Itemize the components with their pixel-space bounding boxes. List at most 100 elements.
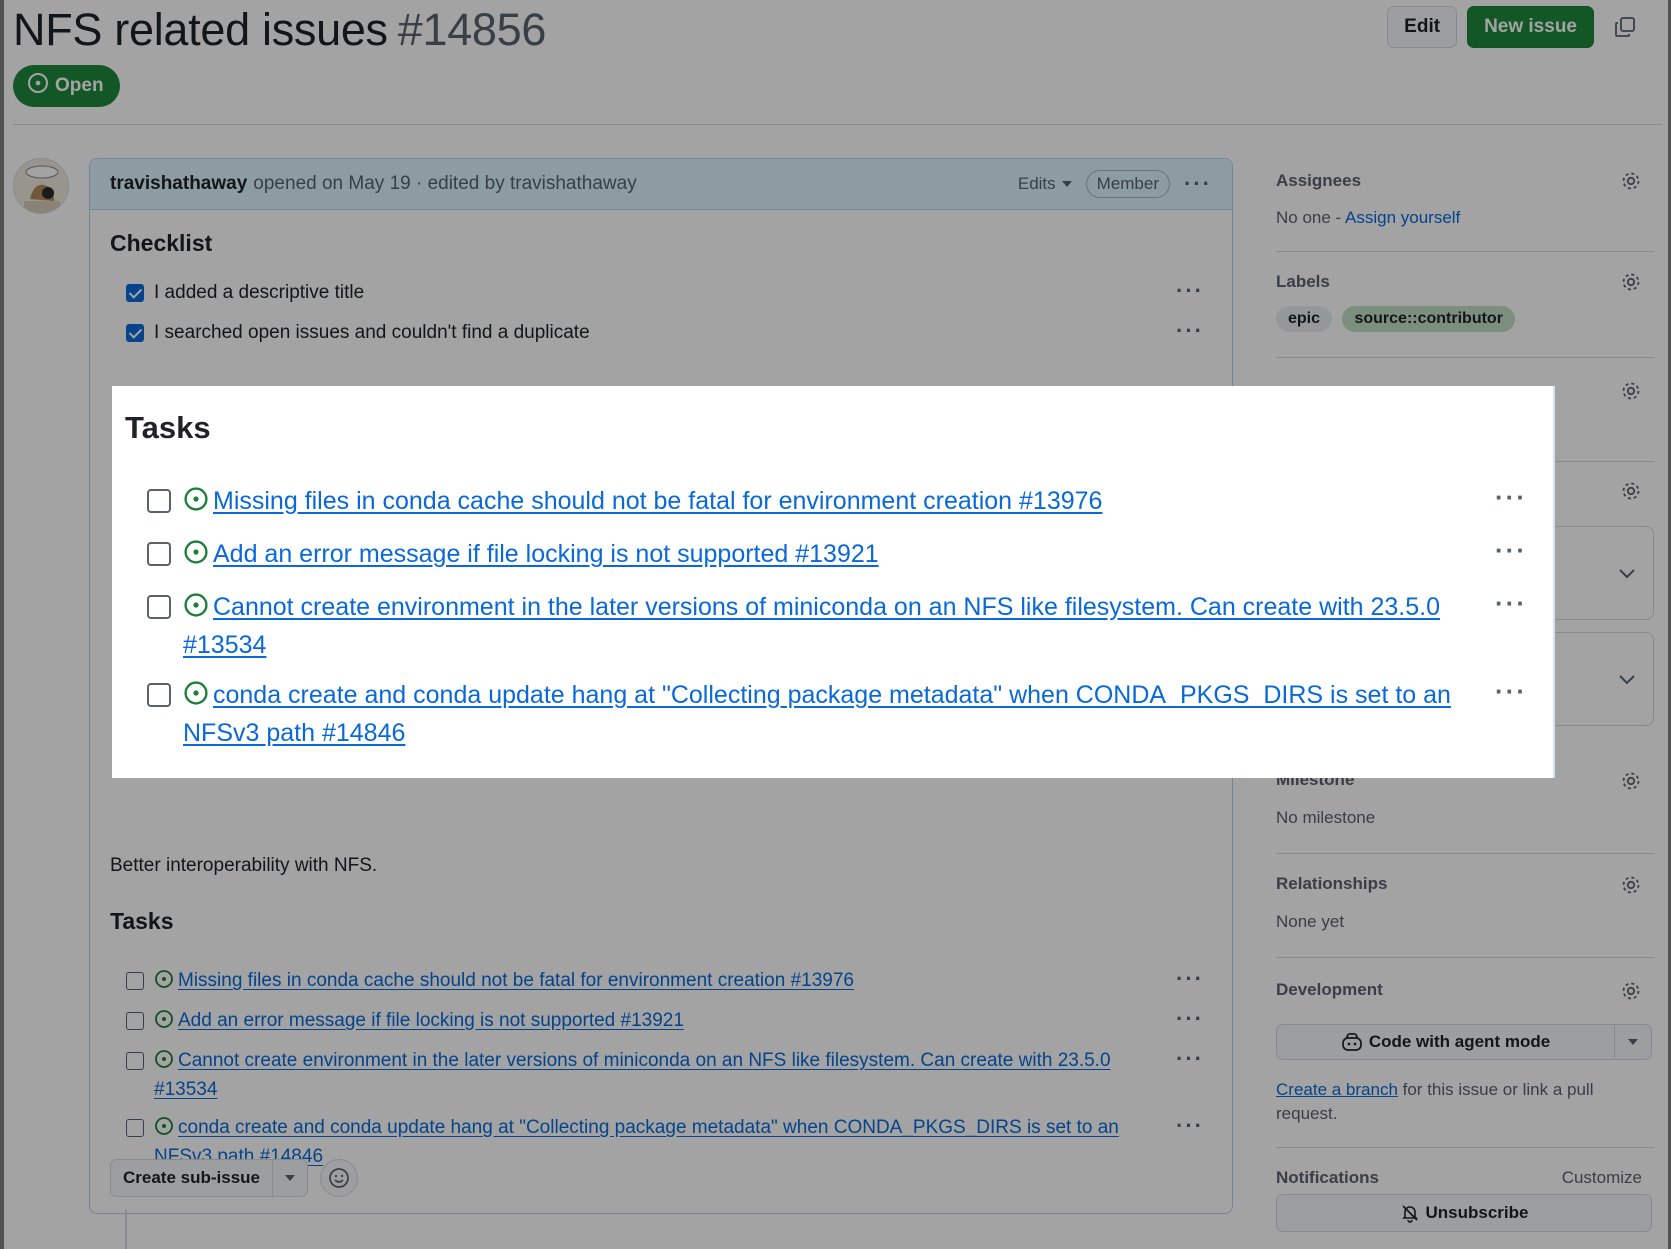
checklist-item: I searched open issues and couldn't find…	[126, 320, 1204, 346]
code-with-agent-button[interactable]: Code with agent mode	[1277, 1025, 1615, 1059]
task-link[interactable]: Cannot create environment in the later v…	[183, 593, 1440, 659]
task-item: Missing files in conda cache should not …	[126, 968, 1204, 997]
task-link[interactable]: Cannot create environment in the later v…	[154, 1050, 1111, 1100]
edits-label: Edits	[1017, 174, 1056, 193]
item-options-button[interactable]: ···	[1174, 320, 1204, 342]
new-issue-button[interactable]: New issue	[1467, 6, 1594, 48]
zoom-task-item: Missing files in conda cache should not …	[147, 484, 1527, 522]
checkbox[interactable]	[147, 683, 171, 707]
item-options-button[interactable]: ···	[1174, 1048, 1204, 1070]
task-link[interactable]: Add an error message if file locking is …	[178, 1010, 684, 1031]
copilot-icon	[1341, 1032, 1362, 1051]
gear-icon[interactable]	[1620, 874, 1642, 901]
create-sub-issue-button[interactable]: Create sub-issue	[111, 1160, 273, 1196]
task-link[interactable]: Add an error message if file locking is …	[213, 540, 879, 568]
chevron-down-icon	[1628, 1039, 1638, 1045]
labels-list: epic source::contributor	[1276, 306, 1521, 332]
gear-icon[interactable]	[1620, 170, 1642, 197]
checkbox[interactable]	[126, 324, 144, 342]
notifications-title: Notifications	[1276, 1168, 1379, 1187]
relationships-section: Relationships None yet	[1276, 854, 1654, 958]
item-options-button[interactable]: ···	[1174, 968, 1204, 990]
assignees-title: Assignees	[1276, 171, 1362, 190]
issue-open-icon	[154, 1116, 174, 1144]
issue-number: #14856	[397, 4, 547, 55]
checkbox[interactable]	[126, 284, 144, 302]
zoom-task-content: Cannot create environment in the later v…	[183, 590, 1463, 663]
task-link[interactable]: conda create and conda update hang at "C…	[183, 681, 1451, 747]
zoom-task-content: conda create and conda update hang at "C…	[183, 678, 1463, 751]
checklist-item-text: I searched open issues and couldn't find…	[154, 322, 590, 343]
edits-dropdown[interactable]: Edits	[1018, 174, 1072, 194]
development-text: Create a branch for this issue or link a…	[1276, 1078, 1606, 1126]
gear-icon[interactable]	[1620, 480, 1642, 507]
gear-icon[interactable]	[1620, 770, 1642, 797]
assign-yourself-link[interactable]: Assign yourself	[1345, 208, 1460, 227]
copy-icon[interactable]	[1604, 6, 1646, 48]
comment-meta: opened on May 19 · edited by travishatha…	[253, 173, 637, 194]
issue-title-row: NFS related issues #14856	[13, 0, 546, 60]
comment-header-actions: Edits Member ···	[1018, 170, 1212, 198]
issue-open-icon	[183, 539, 209, 575]
chevron-down-icon	[1619, 569, 1635, 579]
task-link[interactable]: Missing files in conda cache should not …	[178, 970, 854, 991]
item-options-button[interactable]: ···	[1487, 678, 1527, 704]
item-options-button[interactable]: ···	[1174, 1008, 1204, 1030]
gear-icon[interactable]	[1620, 271, 1642, 298]
item-options-button[interactable]: ···	[1487, 537, 1527, 563]
zoom-task-content: Missing files in conda cache should not …	[183, 484, 1463, 522]
checkbox[interactable]	[147, 595, 171, 619]
unsubscribe-button[interactable]: Unsubscribe	[1276, 1194, 1652, 1232]
status-label: Open	[55, 75, 104, 96]
gear-icon[interactable]	[1620, 380, 1642, 407]
item-options-button[interactable]: ···	[1174, 280, 1204, 302]
create-sub-issue-dropdown[interactable]	[273, 1160, 307, 1196]
checkbox[interactable]	[147, 489, 171, 513]
checklist-item-text: I added a descriptive title	[154, 282, 365, 303]
relationships-value: None yet	[1276, 912, 1345, 931]
code-with-agent-label: Code with agent mode	[1368, 1032, 1551, 1051]
code-with-agent-dropdown[interactable]	[1615, 1025, 1651, 1059]
chevron-down-icon	[285, 1175, 295, 1181]
development-title: Development	[1276, 980, 1383, 999]
checkbox[interactable]	[126, 1052, 144, 1070]
comment-author[interactable]: travishathaway	[110, 173, 247, 195]
assignees-section: Assignees No one - Assign yourself	[1276, 158, 1654, 252]
item-options-button[interactable]: ···	[1487, 590, 1527, 616]
timeline-line	[125, 1210, 127, 1249]
customize-link[interactable]: Customize	[1562, 1168, 1642, 1188]
task-item: Add an error message if file locking is …	[126, 1008, 1204, 1037]
chevron-down-icon	[1619, 675, 1635, 685]
zoom-tasks-heading: Tasks	[125, 410, 211, 445]
issue-open-icon	[154, 1009, 174, 1037]
checkbox[interactable]	[147, 542, 171, 566]
checkbox[interactable]	[126, 1119, 144, 1137]
tasks-heading: Tasks	[110, 908, 174, 934]
task-link[interactable]: Missing files in conda cache should not …	[213, 487, 1102, 515]
item-options-button[interactable]: ···	[1174, 1115, 1204, 1137]
issue-open-icon	[154, 969, 174, 997]
gear-icon[interactable]	[1620, 980, 1642, 1007]
comment-header: travishathaway opened on May 19 · edited…	[90, 159, 1232, 210]
create-branch-link[interactable]: Create a branch	[1276, 1080, 1398, 1099]
checkbox[interactable]	[126, 1012, 144, 1030]
task-item-content: Cannot create environment in the later v…	[154, 1048, 1162, 1103]
assignees-empty-text: No one -	[1276, 208, 1345, 227]
checklist-item: I added a descriptive title ···	[126, 280, 1204, 306]
issue-open-icon	[183, 680, 209, 716]
issue-open-icon	[183, 486, 209, 522]
label-source-contributor[interactable]: source::contributor	[1342, 306, 1515, 332]
add-reaction-button[interactable]	[320, 1159, 358, 1197]
checkbox[interactable]	[126, 972, 144, 990]
item-options-button[interactable]: ···	[1487, 484, 1527, 510]
header-divider	[13, 124, 1662, 125]
comment-options-button[interactable]: ···	[1184, 173, 1212, 195]
create-sub-issue-split-button: Create sub-issue	[110, 1159, 308, 1197]
label-epic[interactable]: epic	[1276, 306, 1333, 332]
edit-button[interactable]: Edit	[1387, 6, 1458, 48]
page-title: NFS related issues #14856	[13, 4, 546, 56]
status-badge: Open	[13, 65, 120, 107]
avatar[interactable]	[13, 158, 69, 214]
issue-open-icon	[183, 592, 209, 628]
zoom-task-item: Add an error message if file locking is …	[147, 537, 1527, 575]
